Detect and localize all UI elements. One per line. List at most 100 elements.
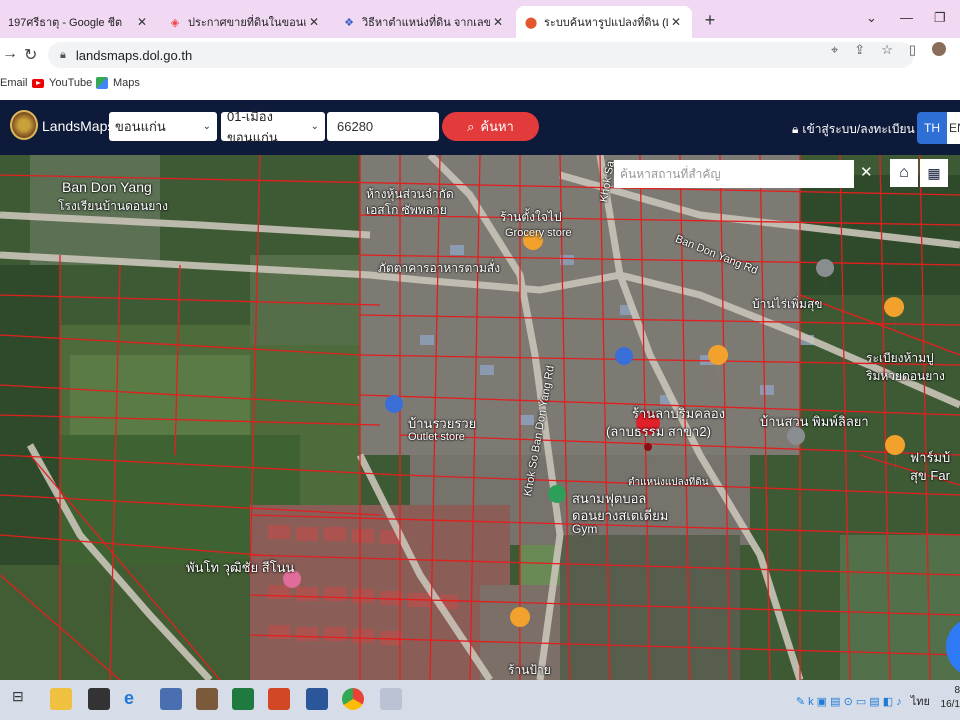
map-label: ระเบียงห้ามปู (866, 351, 934, 365)
tab-title: ประกาศขายที่ดินในขอนแก่น อัปเดต 2023 (188, 17, 306, 29)
bookmark-youtube[interactable]: YouTube (32, 77, 92, 89)
search-icon: ⌕ (467, 118, 475, 134)
tray-icons[interactable]: ✎ k ▣ ▤ ⊙ ▭ ▤ ◧ ♪ (796, 696, 902, 708)
map-label: Gym (572, 522, 598, 536)
tab-land-sale[interactable]: ◈ ประกาศขายที่ดินในขอนแก่น อัปเดต 2023 ✕ (160, 6, 330, 38)
layers-button[interactable]: ▦ (920, 159, 948, 187)
district-value: 01-เมืองขอนแก่น (227, 108, 278, 145)
location-icon[interactable]: ⌖ (831, 42, 838, 58)
map-label: เอสโก ซัพพลาย (366, 203, 447, 217)
bookmark-email[interactable]: Email (0, 77, 28, 89)
restore-icon[interactable]: ❐ (934, 10, 946, 26)
url-input[interactable]: 🔒︎ landsmaps.dol.go.th (48, 42, 914, 68)
close-icon[interactable]: ✕ (306, 15, 322, 29)
app-icon[interactable] (160, 688, 182, 710)
powerpoint-icon[interactable] (268, 688, 290, 710)
forward-icon[interactable]: → (2, 45, 18, 63)
app-header: LandsMaps ขอนแก่น ⌄ 01-เมืองขอนแก่น ⌄ 66… (0, 100, 960, 155)
close-icon[interactable]: ✕ (134, 15, 150, 29)
tab-landsmaps[interactable]: ⬤ ระบบค้นหารูปแปลงที่ดิน (LandsMaps) ✕ (516, 6, 692, 38)
map-label: บ้านสวน พิมพ์ลิลยา (760, 414, 869, 429)
close-icon[interactable]: ✕ (668, 15, 684, 29)
province-select[interactable]: ขอนแก่น ⌄ (109, 112, 217, 141)
district-select[interactable]: 01-เมืองขอนแก่น ⌄ (221, 109, 325, 145)
omnibox-actions: ⌖ ⇪ ☆ ▯ (831, 42, 946, 58)
tab-title: 197ศรีธาตุ - Google ชีต (8, 17, 123, 29)
lang-en-label: EN (949, 121, 960, 135)
map-label: ภัตตาคารอาหารตามสั่ง (378, 261, 501, 275)
province-value: ขอนแก่น (115, 119, 166, 134)
bookmark-maps[interactable]: Maps (96, 77, 140, 89)
file-explorer-icon[interactable] (50, 688, 72, 710)
url-text: landsmaps.dol.go.th (75, 47, 193, 63)
map-pin-favicon-icon: ⬤ (524, 16, 538, 29)
chevron-down-icon: ⌄ (202, 121, 211, 132)
postal-code-input[interactable]: 66280 (327, 112, 439, 141)
profile-avatar[interactable] (932, 42, 946, 56)
search-button[interactable]: ⌕ ค้นหา (442, 112, 539, 141)
close-icon[interactable]: ✕ (490, 15, 506, 29)
map-label: สุข Far (910, 468, 950, 483)
input-language[interactable]: ไทย (911, 696, 930, 708)
lock-icon: 🔒︎ (792, 122, 799, 136)
clock[interactable]: 8 16/1 (934, 684, 960, 712)
word-icon[interactable] (306, 688, 328, 710)
clock-time: 8 (954, 685, 960, 696)
home-button[interactable]: ⌂ (890, 159, 918, 187)
chrome-icon[interactable] (342, 688, 364, 710)
lang-th-button[interactable]: TH (917, 112, 947, 144)
postal-code-value: 66280 (337, 119, 374, 134)
map-label: พันโท วุฒิชัย สีโนน (186, 560, 295, 575)
reload-icon[interactable]: ↻ (24, 45, 37, 65)
satellite-map[interactable]: Ban Don Yang โรงเรียนบ้านดอนยาง ห้างหุ้น… (0, 155, 960, 680)
address-bar-row: → ↻ 🔒︎ landsmaps.dol.go.th ⌖ ⇪ ☆ ▯ (0, 38, 960, 72)
bookmark-label: Maps (113, 77, 140, 89)
close-icon[interactable]: ✕ (860, 163, 873, 181)
tab-sheets[interactable]: 197ศรีธาตุ - Google ชีต ✕ (0, 6, 158, 38)
place-search-input[interactable]: ค้นหาสถานที่สำคัญ (614, 160, 854, 188)
lock-icon: 🔒︎ (60, 48, 66, 61)
bookmark-star-icon[interactable]: ☆ (881, 42, 893, 58)
minimize-icon[interactable]: — (900, 10, 913, 25)
task-view-icon[interactable]: ⊟ (12, 688, 34, 710)
app-icon[interactable] (196, 688, 218, 710)
map-label: (ลาบธรรม สาขา2) (606, 424, 711, 439)
site-favicon-icon: ◈ (170, 16, 180, 29)
map-label: ริมหวยดอนยาง (866, 369, 945, 383)
excel-icon[interactable] (232, 688, 254, 710)
map-label: ร้านตั้งใจไป (500, 210, 562, 224)
chevron-down-icon: ⌄ (310, 121, 319, 132)
bookmark-label: YouTube (49, 77, 93, 89)
tab-title: ระบบค้นหารูปแปลงที่ดิน (LandsMaps) (544, 17, 668, 29)
bookmarks-bar: Email YouTube Maps (0, 72, 960, 96)
lang-en-button[interactable]: EN (947, 112, 960, 144)
new-tab-button[interactable]: + (700, 10, 720, 31)
map-label: ร้านป้าย (508, 663, 551, 677)
tab-howto[interactable]: ❖ วิธีหาตำแหน่งที่ดิน จากเลขที่โฉนด ✕ (334, 6, 514, 38)
youtube-icon (32, 78, 44, 88)
chrome-active-icon[interactable] (380, 688, 402, 710)
site-favicon-icon: ❖ (344, 16, 354, 29)
os-taskbar: ⊟ e ✎ k ▣ ▤ ⊙ ▭ ▤ ◧ ♪ ไทย 8 16/1 (0, 680, 960, 720)
map-label: บ้านไร่เพิ่มสุข (752, 297, 823, 311)
tab-search-chevron-icon[interactable]: ⌄ (866, 10, 877, 26)
map-label: Grocery store (505, 227, 572, 239)
language-switch: TH EN (917, 112, 960, 144)
login-link[interactable]: 🔒︎ เข้าสู่ระบบ/ลงทะเบียน (792, 120, 915, 139)
brand-name: LandsMaps (42, 118, 115, 134)
map-label: โรงเรียนบ้านดอนยาง (58, 199, 168, 213)
place-search-placeholder: ค้นหาสถานที่สำคัญ (620, 166, 721, 181)
bookmark-label: Email (0, 77, 28, 89)
mail-icon[interactable] (88, 688, 110, 710)
map-label: Ban Don Yang (62, 179, 152, 195)
home-icon: ⌂ (899, 164, 909, 181)
search-button-label: ค้นหา (480, 119, 514, 134)
browser-tab-bar: 197ศรีธาตุ - Google ชีต ✕ ◈ ประกาศขายที่… (0, 0, 960, 38)
system-tray: ✎ k ▣ ▤ ⊙ ▭ ▤ ◧ ♪ ไทย (796, 692, 930, 710)
internet-explorer-icon[interactable]: e (124, 688, 146, 710)
grid-icon: ▦ (927, 164, 941, 181)
maps-icon (96, 77, 108, 89)
share-icon[interactable]: ⇪ (854, 42, 865, 58)
sidebar-icon[interactable]: ▯ (909, 42, 916, 58)
dol-logo (10, 110, 38, 140)
